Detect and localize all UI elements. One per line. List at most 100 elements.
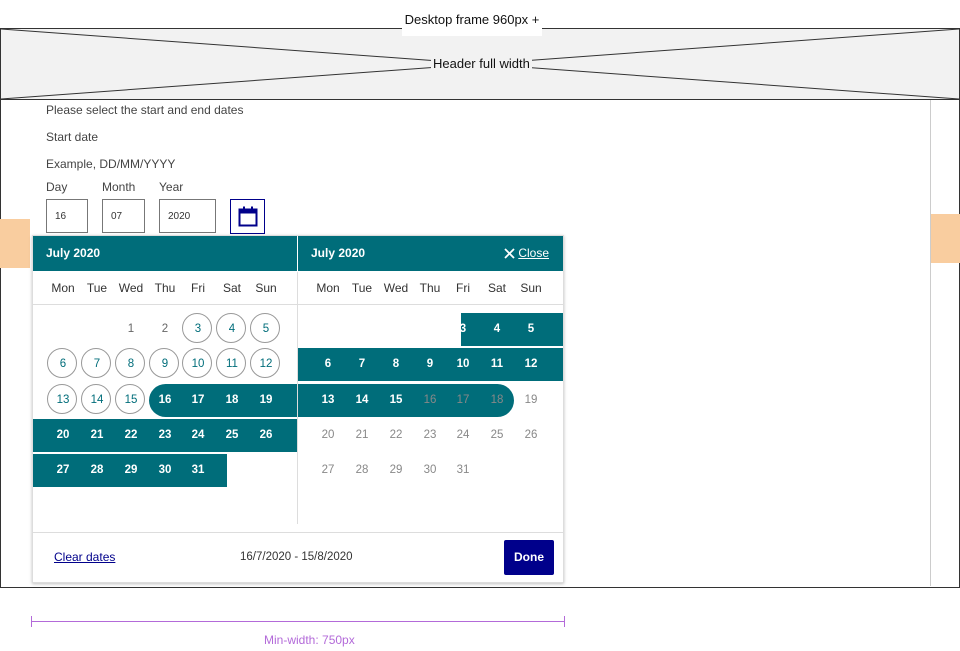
- min-width-measure: [31, 621, 565, 622]
- calendar-day[interactable]: 10: [181, 348, 215, 381]
- calendar-day[interactable]: 28: [80, 454, 114, 487]
- calendar-day[interactable]: 19: [514, 384, 548, 417]
- weekday-fri: Fri: [191, 281, 205, 295]
- weekday-sat: Sat: [487, 281, 506, 295]
- calendar-day[interactable]: 4: [215, 313, 249, 346]
- weekday-mon: Mon: [51, 281, 75, 295]
- calendar-day[interactable]: 14: [80, 384, 114, 417]
- weekday-wed: Wed: [383, 281, 409, 295]
- left-month-title: July 2020: [46, 246, 101, 260]
- weekday-sun: Sun: [520, 281, 542, 295]
- right-month-header: July 2020 Close: [298, 236, 563, 271]
- calendar-day[interactable]: 2: [413, 313, 447, 346]
- calendar-day[interactable]: 22: [379, 419, 413, 452]
- start-date-label: Start date: [46, 130, 99, 144]
- calendar-day[interactable]: 25: [480, 419, 514, 452]
- calendar-day[interactable]: 17: [181, 384, 215, 417]
- calendar-day[interactable]: 12: [249, 348, 283, 381]
- picker-footer: Clear dates 16/7/2020 - 15/8/2020 Done: [33, 532, 563, 583]
- close-button[interactable]: Close: [504, 236, 549, 271]
- weekday-tue: Tue: [351, 281, 373, 295]
- calendar-day[interactable]: 18: [215, 384, 249, 417]
- calendar-day[interactable]: 27: [311, 454, 345, 487]
- weekday-thu: Thu: [154, 281, 176, 295]
- calendar-day[interactable]: 9: [148, 348, 182, 381]
- calendar-day[interactable]: 13: [46, 384, 80, 417]
- calendar-day[interactable]: 11: [480, 348, 514, 381]
- calendar-day[interactable]: 26: [249, 419, 283, 452]
- year-input[interactable]: 2020: [159, 199, 216, 233]
- calendar-day[interactable]: 5: [514, 313, 548, 346]
- margin-marker-left: [0, 219, 30, 268]
- calendar-day[interactable]: 6: [311, 348, 345, 381]
- calendar-day[interactable]: 17: [446, 384, 480, 417]
- calendar-day[interactable]: 4: [480, 313, 514, 346]
- day-input[interactable]: 16: [46, 199, 88, 233]
- date-format-hint: Example, DD/MM/YYYY: [46, 157, 176, 171]
- calendar-day[interactable]: 16: [148, 384, 182, 417]
- calendar-day[interactable]: 31: [181, 454, 215, 487]
- day-label: Day: [46, 180, 68, 194]
- calendar-day[interactable]: 3: [446, 313, 480, 346]
- calendar-button[interactable]: [230, 199, 265, 234]
- calendar-day[interactable]: 26: [514, 419, 548, 452]
- done-button[interactable]: Done: [504, 540, 554, 575]
- calendar-day[interactable]: 15: [379, 384, 413, 417]
- left-month-header: July 2020: [33, 236, 297, 271]
- calendar-day[interactable]: 21: [80, 419, 114, 452]
- calendar-day[interactable]: 6: [46, 348, 80, 381]
- right-weekday-row: Mon Tue Wed Thu Fri Sat Sun: [298, 272, 563, 305]
- calendar-day[interactable]: 15: [114, 384, 148, 417]
- calendar-day[interactable]: 25: [215, 419, 249, 452]
- calendar-day[interactable]: 23: [413, 419, 447, 452]
- calendar-day[interactable]: 29: [114, 454, 148, 487]
- calendar-day[interactable]: 30: [413, 454, 447, 487]
- calendar-day[interactable]: 29: [379, 454, 413, 487]
- weekday-fri: Fri: [456, 281, 470, 295]
- calendar-day[interactable]: 14: [345, 384, 379, 417]
- weekday-tue: Tue: [86, 281, 108, 295]
- selected-range-text: 16/7/2020 - 15/8/2020: [240, 551, 353, 563]
- calendar-day[interactable]: 19: [249, 384, 283, 417]
- min-width-label: Min-width: 750px: [264, 633, 355, 647]
- calendar-day[interactable]: 16: [413, 384, 447, 417]
- calendar-day[interactable]: 21: [345, 419, 379, 452]
- calendar-day[interactable]: 12: [514, 348, 548, 381]
- calendar-day[interactable]: 7: [345, 348, 379, 381]
- calendar-day[interactable]: 30: [148, 454, 182, 487]
- close-label: Close: [518, 246, 549, 260]
- margin-marker-right: [930, 214, 960, 263]
- calendar-day[interactable]: 13: [311, 384, 345, 417]
- calendar-day[interactable]: 22: [114, 419, 148, 452]
- calendar-day[interactable]: 9: [413, 348, 447, 381]
- right-month-title: July 2020: [311, 246, 366, 260]
- calendar-day[interactable]: 2: [148, 313, 182, 346]
- weekday-wed: Wed: [118, 281, 144, 295]
- calendar-day[interactable]: 8: [114, 348, 148, 381]
- calendar-day[interactable]: 23: [148, 419, 182, 452]
- calendar-day[interactable]: 20: [46, 419, 80, 452]
- month-input[interactable]: 07: [102, 199, 145, 233]
- calendar-day[interactable]: 24: [446, 419, 480, 452]
- close-icon: [504, 248, 515, 259]
- calendar-day[interactable]: 3: [181, 313, 215, 346]
- calendar-day[interactable]: 10: [446, 348, 480, 381]
- calendar-day[interactable]: 8: [379, 348, 413, 381]
- calendar-day[interactable]: 11: [215, 348, 249, 381]
- month-label: Month: [102, 180, 136, 194]
- calendar-day[interactable]: 27: [46, 454, 80, 487]
- calendar-day[interactable]: 24: [181, 419, 215, 452]
- calendar-day[interactable]: 18: [480, 384, 514, 417]
- weekday-sun: Sun: [255, 281, 277, 295]
- calendar-day[interactable]: 5: [249, 313, 283, 346]
- header-label: Header full width: [431, 56, 532, 71]
- calendar-day[interactable]: 1: [114, 313, 148, 346]
- calendar-day[interactable]: 28: [345, 454, 379, 487]
- clear-dates-link[interactable]: Clear dates: [54, 550, 115, 564]
- calendar-day[interactable]: 7: [80, 348, 114, 381]
- calendar-icon: [238, 206, 258, 227]
- instruction-text: Please select the start and end dates: [46, 103, 244, 117]
- calendar-day[interactable]: 20: [311, 419, 345, 452]
- calendar-day[interactable]: 31: [446, 454, 480, 487]
- calendar-day[interactable]: 1: [379, 313, 413, 346]
